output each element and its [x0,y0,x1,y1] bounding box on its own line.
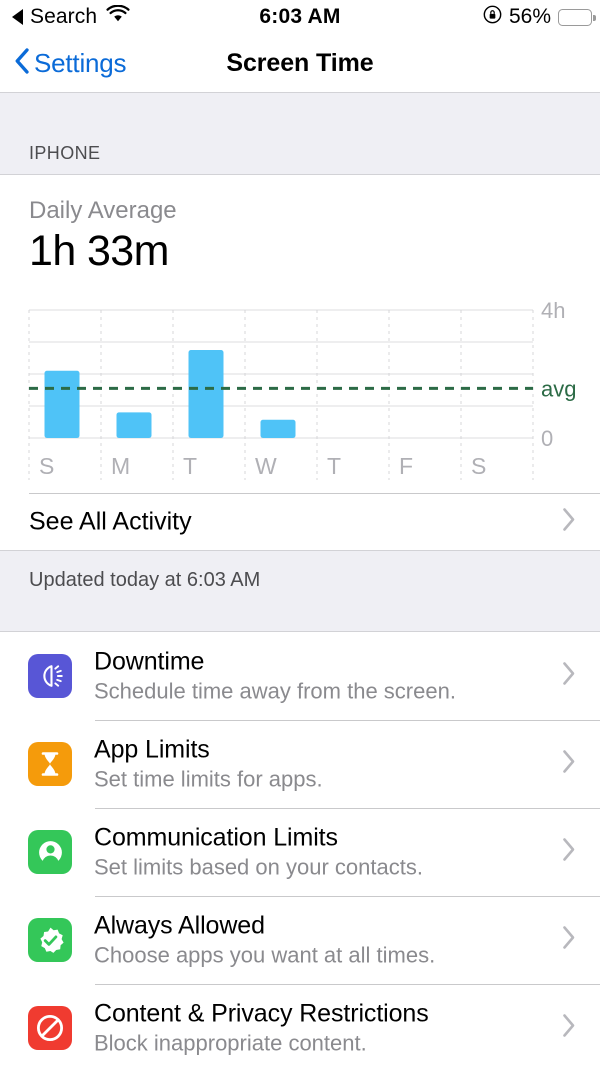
divider [95,720,600,721]
checkmark-seal-icon [28,918,72,962]
settings-row-text: Communication Limits Set limits based on … [94,823,423,882]
settings-row-title: Downtime [94,647,205,676]
settings-row-subtitle: Schedule time away from the screen. [94,678,456,704]
navigation-bar: Settings Screen Time [0,34,600,92]
screen-time-options-list: Downtime Schedule time away from the scre… [0,632,600,1072]
settings-row-subtitle: Set time limits for apps. [94,766,323,792]
battery-percent-label: 56% [508,5,551,28]
usage-summary-card: Daily Average 1h 33m avg 4h 0 S M T W T F S See A… [0,175,600,550]
chart-ytick-label: 0 [541,426,553,451]
chart-xtick-label: S [39,453,54,479]
chart-xtick-label: S [471,453,486,479]
settings-row-title: App Limits [94,735,210,764]
settings-row-subtitle: Set limits based on your contacts. [94,854,423,880]
settings-row-title: Content & Privacy Restrictions [94,999,429,1028]
updated-timestamp: Updated today at 6:03 AM [29,569,261,591]
settings-row-app-limits[interactable]: App Limits Set time limits for apps. [0,720,600,808]
chart-xtick-label: M [111,453,130,479]
chevron-right-icon [562,507,576,536]
screen-time-settings-screen: Search 6:03 AM 56% Settings Screen Time … [0,0,600,1072]
chart-bar[interactable] [44,370,80,438]
battery-icon [558,8,596,26]
hourglass-icon [28,742,72,786]
divider [95,808,600,809]
settings-row-downtime[interactable]: Downtime Schedule time away from the scre… [0,632,600,720]
settings-row-subtitle: Block inappropriate content. [94,1030,367,1056]
settings-row-text: Content & Privacy Restrictions Block inap… [94,999,429,1058]
person-circle-icon [28,830,72,874]
chevron-right-icon [562,750,576,779]
divider [95,896,600,897]
chart-bar[interactable] [260,419,296,438]
settings-row-title: Communication Limits [94,823,338,852]
chart-bar[interactable] [188,350,224,438]
chart-average-label: avg [541,376,576,401]
page-title: Screen Time [226,48,374,77]
chart-bar[interactable] [116,412,152,438]
chart-xtick-label: T [183,453,197,479]
chevron-right-icon [562,838,576,867]
divider [95,984,600,985]
settings-row-subtitle: Choose apps you want at all times. [94,942,436,968]
status-bar: Search 6:03 AM 56% [0,0,600,34]
section-footer-updated: Updated today at 6:03 AM [0,550,600,632]
chart-xtick-label: T [327,453,341,479]
chevron-right-icon [562,1014,576,1043]
chart-ytick-label: 4h [541,298,565,323]
settings-row-text: Always Allowed Choose apps you want at al… [94,911,435,970]
settings-row-title: Always Allowed [94,911,265,940]
settings-row-text: App Limits Set time limits for apps. [94,735,323,794]
settings-row-always-allowed[interactable]: Always Allowed Choose apps you want at al… [0,896,600,984]
settings-row-content-privacy-restrictions[interactable]: Content & Privacy Restrictions Block inap… [0,984,600,1072]
chevron-right-icon [562,662,576,691]
divider [29,493,600,494]
status-bar-right-cluster: 56% [483,5,596,30]
settings-row-communication-limits[interactable]: Communication Limits Set limits based on … [0,808,600,896]
chevron-right-icon [562,926,576,955]
downtime-icon [28,654,72,698]
chart-xtick-label: F [399,453,413,479]
rotation-lock-icon [483,5,502,30]
no-entry-icon [28,1006,72,1050]
see-all-activity-row[interactable]: See All Activity [0,493,600,550]
section-header-iphone: IPHONE [0,92,600,175]
settings-row-text: Downtime Schedule time away from the scre… [94,647,456,706]
section-header-label: IPHONE [29,143,101,163]
chart-xtick-label: W [255,453,277,479]
see-all-activity-label: See All Activity [29,507,192,535]
